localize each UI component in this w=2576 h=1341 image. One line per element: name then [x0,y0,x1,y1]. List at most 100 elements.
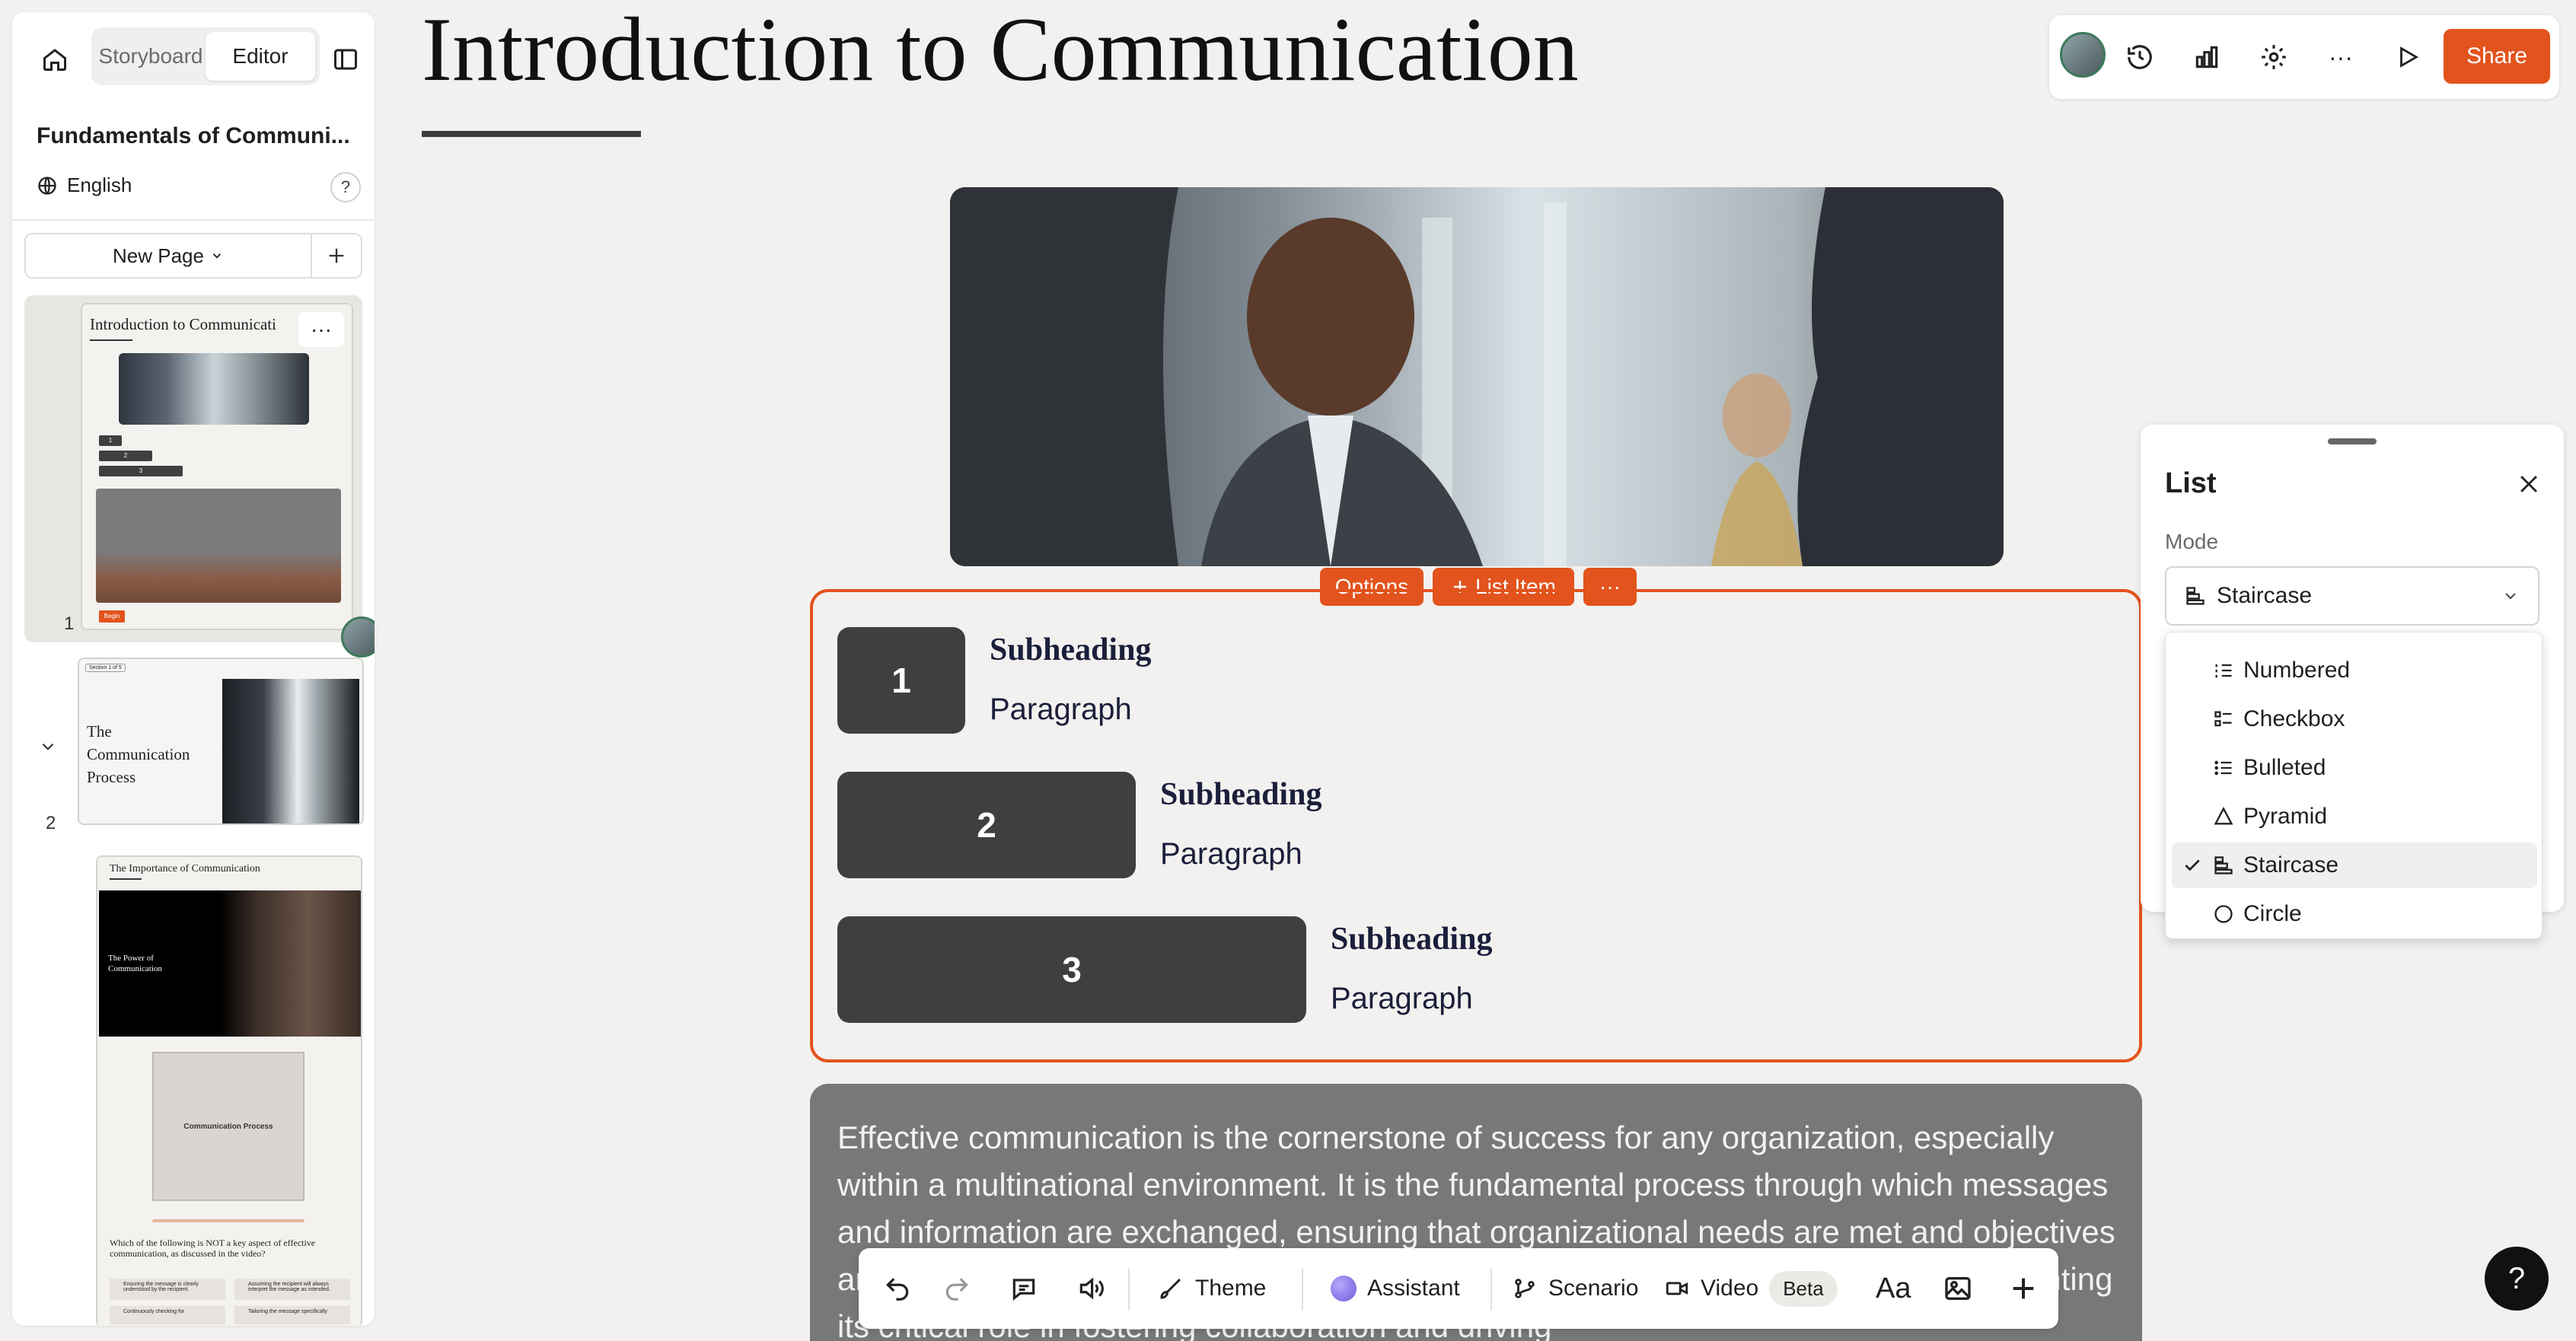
list-item-paragraph[interactable]: Paragraph [990,693,1132,727]
checkmark-icon [2172,855,2213,875]
section-badge: Section 1 of 5 [85,664,126,672]
share-button[interactable]: Share [2444,29,2550,84]
assistant-button[interactable]: Assistant [1331,1248,1460,1329]
course-title[interactable]: Fundamentals of Communi... [37,123,356,149]
preview-play-icon[interactable] [2387,37,2428,78]
circle-icon [2213,903,2243,925]
thumb-more-button[interactable]: ··· [298,312,344,347]
list-item-number[interactable]: 2 [837,772,1136,878]
help-button[interactable]: ? [2485,1247,2549,1311]
mode-option-staircase[interactable]: Staircase [2172,843,2537,888]
theme-label: Theme [1195,1276,1267,1301]
thumb-answer: Ensuring the message is clearly understo… [110,1279,225,1300]
page-number: 1 [64,613,75,634]
page-thumbnail-3[interactable]: The Importance of Communication The Powe… [24,852,362,1326]
toolbar-separator [1128,1268,1130,1311]
video-button[interactable]: Video Beta [1664,1248,1838,1329]
checkbox-list-icon [2213,709,2243,730]
mode-dropdown: Numbered Checkbox Bulleted Pyramid Stair… [2165,632,2543,939]
page-1-preview[interactable]: Introduction to Communicati 1 2 3 Begin … [81,303,353,630]
video-title: The Power of Communication [108,954,162,973]
thumb-question: Which of the following is NOT a key aspe… [110,1237,316,1259]
thumb-badge: 1 [99,435,122,446]
mode-select-value: Staircase [2217,583,2313,608]
settings-gear-icon[interactable] [2253,37,2294,78]
history-icon[interactable] [2119,37,2160,78]
analytics-icon[interactable] [2186,37,2227,78]
thumb-answer: Continuously checking for [110,1306,225,1324]
thumb-badge: 2 [99,451,152,461]
list-item-subheading[interactable]: Subheading [1331,921,1492,957]
chevron-down-icon [2505,593,2516,600]
list-item-subheading[interactable]: Subheading [1160,776,1321,813]
staircase-list-block[interactable]: 1 Subheading Paragraph 2 Subheading Para… [810,589,2142,1062]
image-icon[interactable] [1943,1248,1973,1329]
comment-icon[interactable] [1003,1248,1044,1329]
chevron-down-icon [212,253,222,259]
staircase-icon [2213,855,2243,876]
tab-storyboard[interactable]: Storyboard [96,32,206,81]
thumb-video: The Power of Communication [99,890,361,1037]
top-toolbar: ··· Share [2049,15,2559,99]
page-number: 2 [46,813,56,833]
mode-select[interactable]: Staircase [2165,566,2539,626]
language-help-button[interactable]: ? [330,172,361,202]
typography-button[interactable]: Aa [1876,1248,1911,1329]
list-item-paragraph[interactable]: Paragraph [1331,982,1473,1016]
home-icon[interactable] [32,38,78,81]
view-switcher: Storyboard Editor [91,27,320,85]
page-thumbnail-1[interactable]: Introduction to Communicati 1 2 3 Begin … [24,295,375,658]
panel-drag-handle[interactable] [2328,438,2377,444]
new-page-button[interactable]: New Page [26,234,312,277]
hero-photo [950,187,2004,566]
thumb-title: Introduction to Communicati [90,315,276,333]
add-block-icon[interactable] [2008,1248,2039,1329]
panel-title: List [2165,467,2217,499]
thumb-text-block [96,489,341,603]
tab-editor[interactable]: Editor [206,32,315,81]
diagram-label: Communication Process [183,1122,273,1131]
page-title[interactable]: Introduction to Communication [422,0,1579,99]
thumb-begin-button: Begin [99,610,125,623]
scenario-button[interactable]: Scenario [1512,1248,1638,1329]
thumb-badge: 3 [99,466,183,476]
language-selector[interactable]: English [37,174,132,197]
staircase-icon [2186,587,2205,605]
expand-chevron-icon[interactable] [38,737,58,760]
globe-icon [38,176,56,195]
add-page-button[interactable] [312,234,361,277]
list-item-number[interactable]: 1 [837,627,965,734]
option-label: Checkbox [2243,706,2345,731]
thumb-answer: Assuming the recipient will always inter… [234,1279,350,1300]
thumb-title-rule [90,339,132,341]
more-options-icon[interactable]: ··· [2320,37,2361,78]
page-2-preview[interactable]: Section 1 of 5 The Communication Process [78,658,364,825]
hero-image[interactable] [950,187,2004,566]
sidebar: Storyboard Editor Fundamentals of Commun… [12,12,375,1326]
mode-option-numbered[interactable]: Numbered [2172,648,2537,693]
numbered-list-icon [2213,660,2243,681]
theme-button[interactable]: Theme [1157,1248,1266,1329]
list-item-paragraph[interactable]: Paragraph [1160,837,1302,871]
undo-icon[interactable] [877,1248,918,1329]
list-item-subheading[interactable]: Subheading [990,632,1151,668]
collapse-sidebar-icon[interactable] [324,38,367,81]
mode-option-bulleted[interactable]: Bulleted [2172,745,2537,791]
thumb-title-rule [110,878,142,880]
page-thumbnail-2[interactable]: Section 1 of 5 The Communication Process… [24,655,364,837]
page-3-preview[interactable]: The Importance of Communication The Powe… [96,855,362,1326]
redo-icon[interactable] [936,1248,977,1329]
assistant-label: Assistant [1367,1276,1460,1301]
list-item-number[interactable]: 3 [837,916,1306,1023]
thumb-title: The Importance of Communication [110,863,260,874]
option-label: Numbered [2243,658,2351,683]
user-avatar[interactable] [2060,32,2106,78]
audio-icon[interactable] [1070,1248,1111,1329]
mode-option-checkbox[interactable]: Checkbox [2172,696,2537,742]
thumb-hero-image [119,353,309,425]
option-label: Bulleted [2243,755,2326,780]
sidebar-divider [12,219,375,221]
mode-option-circle[interactable]: Circle [2172,891,2537,937]
close-icon[interactable] [2512,467,2546,501]
mode-option-pyramid[interactable]: Pyramid [2172,794,2537,839]
